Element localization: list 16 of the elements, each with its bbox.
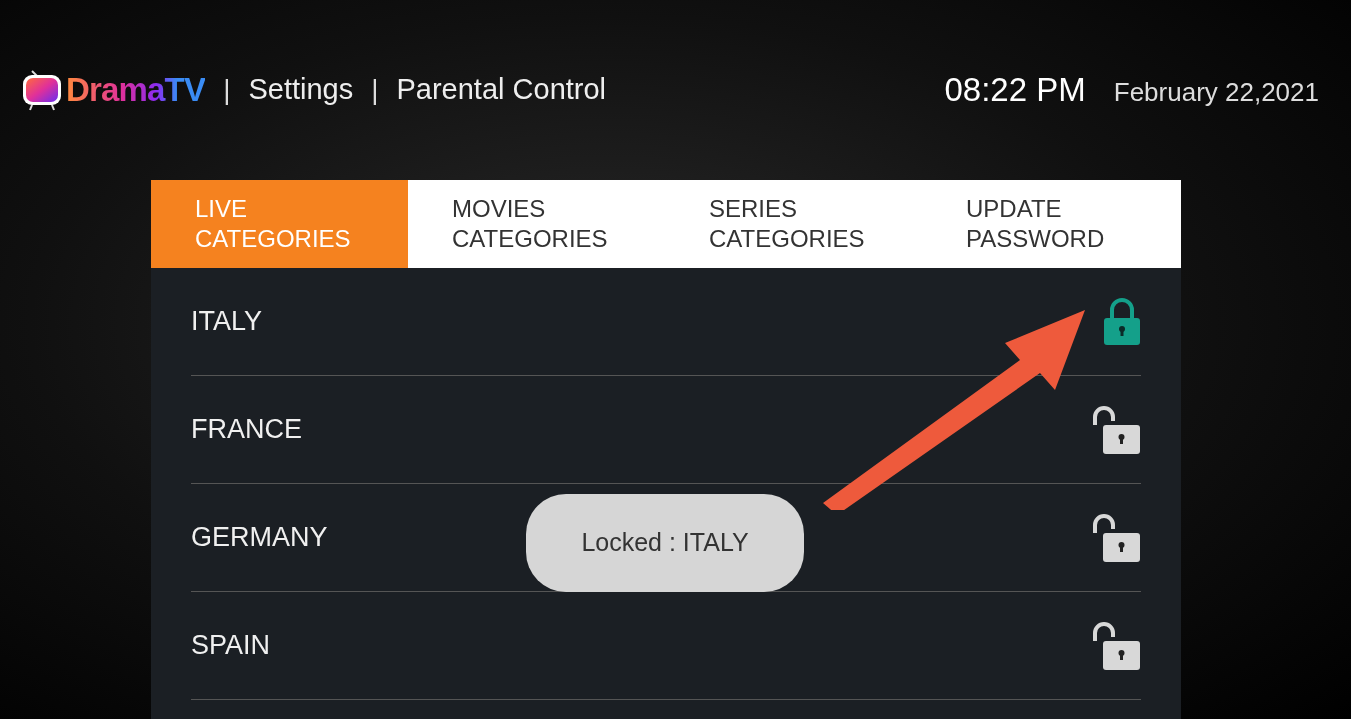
unlocked-padlock-icon[interactable] [1091, 404, 1141, 455]
category-name[interactable]: GERMANY [191, 517, 328, 558]
breadcrumb-separator: | [371, 73, 379, 107]
category-name[interactable]: SPAIN [191, 625, 271, 666]
locked-padlock-icon[interactable] [1103, 297, 1141, 346]
toast-message: Locked : ITALY [526, 494, 804, 592]
breadcrumb-label: Parental Control [396, 72, 607, 108]
category-name[interactable]: ITALY [191, 301, 263, 342]
clock-time: 08:22 PM [944, 70, 1086, 111]
date-label: February 22,2021 [1113, 76, 1319, 110]
unlocked-padlock-icon[interactable] [1091, 620, 1141, 671]
tv-logo-icon [22, 69, 62, 111]
category-name[interactable]: FRANCE [191, 409, 302, 450]
breadcrumb-label: Settings [248, 72, 354, 108]
unlocked-padlock-icon[interactable] [1091, 512, 1141, 563]
breadcrumb-separator: | [223, 73, 231, 107]
